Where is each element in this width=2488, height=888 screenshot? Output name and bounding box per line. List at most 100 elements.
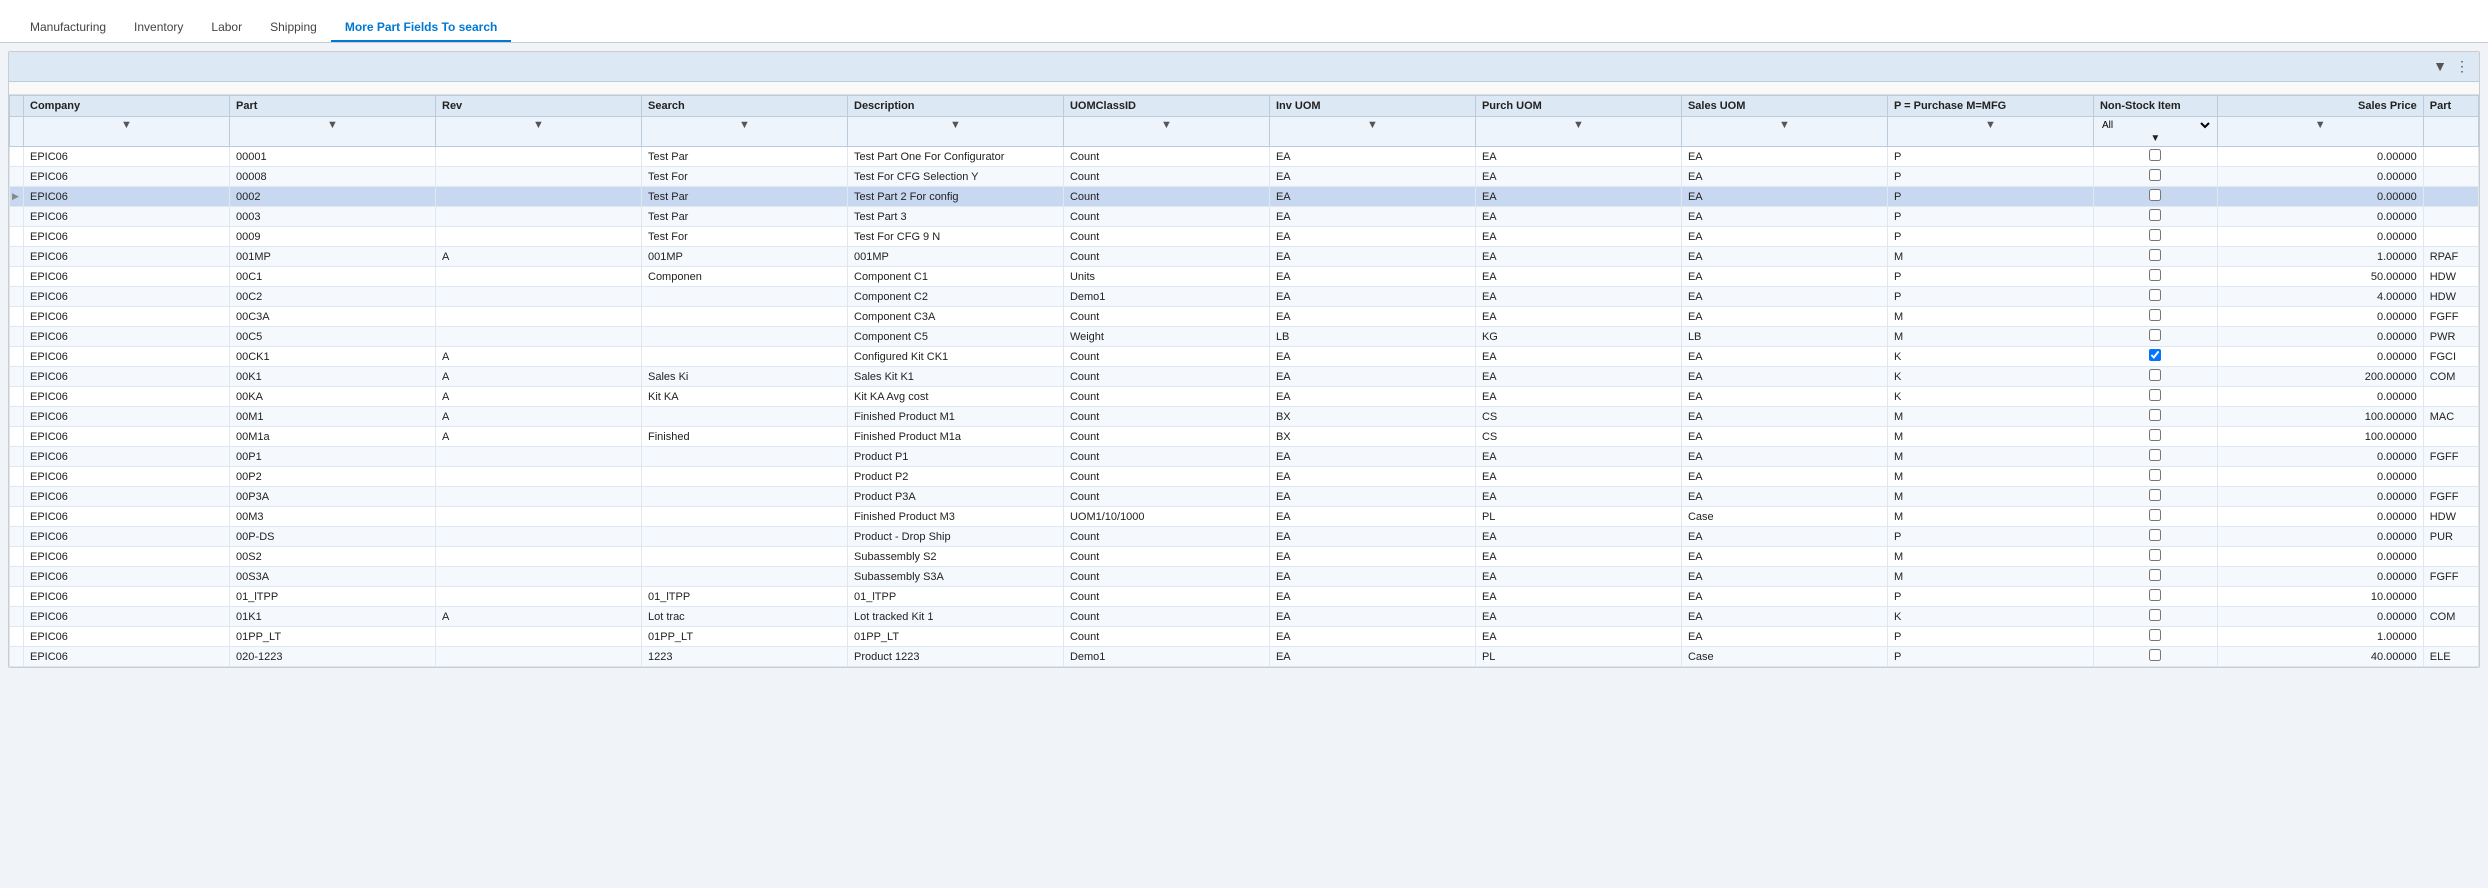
- col-description[interactable]: Description: [848, 96, 1064, 117]
- col-rev[interactable]: Rev: [436, 96, 642, 117]
- company-filter-btn[interactable]: ▼: [121, 119, 132, 131]
- non-stock-cell[interactable]: [2093, 627, 2217, 647]
- non-stock-cell[interactable]: [2093, 587, 2217, 607]
- rev-filter-btn[interactable]: ▼: [533, 119, 544, 131]
- purchuom-filter-input[interactable]: [1480, 131, 1677, 144]
- non-stock-cell[interactable]: [2093, 547, 2217, 567]
- non-stock-checkbox[interactable]: [2149, 449, 2161, 461]
- table-row[interactable]: EPIC0600S3ASubassembly S3ACountEAEAEAM0.…: [10, 567, 2479, 587]
- table-row[interactable]: EPIC0600P-DSProduct - Drop ShipCountEAEA…: [10, 527, 2479, 547]
- table-row[interactable]: EPIC0600M3Finished Product M3UOM1/10/100…: [10, 507, 2479, 527]
- table-row[interactable]: EPIC060009Test ForTest For CFG 9 NCountE…: [10, 227, 2479, 247]
- filter-part[interactable]: ▼: [230, 117, 436, 147]
- table-row[interactable]: EPIC0600M1AFinished Product M1CountBXCSE…: [10, 407, 2479, 427]
- filter-company[interactable]: ▼: [24, 117, 230, 147]
- table-row[interactable]: EPIC06001MPA001MP001MPCountEAEAEAM1.0000…: [10, 247, 2479, 267]
- non-stock-checkbox[interactable]: [2149, 329, 2161, 341]
- table-row[interactable]: EPIC0600M1aAFinishedFinished Product M1a…: [10, 427, 2479, 447]
- non-stock-checkbox[interactable]: [2149, 589, 2161, 601]
- non-stock-checkbox[interactable]: [2149, 309, 2161, 321]
- non-stock-checkbox[interactable]: [2149, 229, 2161, 241]
- table-row[interactable]: EPIC0600001Test ParTest Part One For Con…: [10, 147, 2479, 167]
- table-row[interactable]: EPIC0600CK1AConfigured Kit CK1CountEAEAE…: [10, 347, 2479, 367]
- non-stock-cell[interactable]: [2093, 227, 2217, 247]
- col-non-stock[interactable]: Non-Stock Item: [2093, 96, 2217, 117]
- non-stock-checkbox[interactable]: [2149, 189, 2161, 201]
- non-stock-checkbox[interactable]: [2149, 249, 2161, 261]
- table-row[interactable]: EPIC0601K1ALot tracLot tracked Kit 1Coun…: [10, 607, 2479, 627]
- table-row[interactable]: EPIC0601_lTPP01_lTPP01_lTPPCountEAEAEAP1…: [10, 587, 2479, 607]
- search-filter-btn[interactable]: ▼: [739, 119, 750, 131]
- salesprice-filter-btn[interactable]: ▼: [2315, 119, 2326, 131]
- table-row[interactable]: EPIC0601PP_LT01PP_LT01PP_LTCountEAEAEAP1…: [10, 627, 2479, 647]
- non-stock-checkbox[interactable]: [2149, 649, 2161, 661]
- non-stock-checkbox[interactable]: [2149, 149, 2161, 161]
- col-company[interactable]: Company: [24, 96, 230, 117]
- more-icon[interactable]: ⋮: [2455, 58, 2469, 75]
- invuom-filter-btn[interactable]: ▼: [1367, 119, 1378, 131]
- table-row[interactable]: EPIC0600K1ASales KiSales Kit K1CountEAEA…: [10, 367, 2479, 387]
- desc-filter-btn[interactable]: ▼: [950, 119, 961, 131]
- table-row[interactable]: EPIC0600C3AComponent C3ACountEAEAEAM0.00…: [10, 307, 2479, 327]
- pm-filter-btn[interactable]: ▼: [1985, 119, 1996, 131]
- uomclassid-filter-input[interactable]: [1068, 131, 1265, 144]
- table-row[interactable]: EPIC0600P1Product P1CountEAEAEAM0.00000F…: [10, 447, 2479, 467]
- non-stock-checkbox[interactable]: [2149, 629, 2161, 641]
- tab-manufacturing[interactable]: Manufacturing: [16, 14, 120, 42]
- purchuom-filter-btn[interactable]: ▼: [1573, 119, 1584, 131]
- non-stock-cell[interactable]: [2093, 147, 2217, 167]
- table-row[interactable]: EPIC0600C2Component C2Demo1EAEAEAP4.0000…: [10, 287, 2479, 307]
- col-inv-uom[interactable]: Inv UOM: [1269, 96, 1475, 117]
- non-stock-cell[interactable]: [2093, 447, 2217, 467]
- non-stock-checkbox[interactable]: [2149, 369, 2161, 381]
- filter-purch-uom[interactable]: ▼: [1475, 117, 1681, 147]
- non-stock-cell[interactable]: [2093, 607, 2217, 627]
- company-filter-input[interactable]: [28, 131, 225, 144]
- filter-description[interactable]: ▼: [848, 117, 1064, 147]
- non-stock-cell[interactable]: [2093, 187, 2217, 207]
- filter-pm[interactable]: ▼: [1887, 117, 2093, 147]
- table-row[interactable]: ▶EPIC060002Test ParTest Part 2 For confi…: [10, 187, 2479, 207]
- table-row[interactable]: EPIC0600KAAKit KAKit KA Avg costCountEAE…: [10, 387, 2479, 407]
- non-stock-cell[interactable]: [2093, 487, 2217, 507]
- non-stock-checkbox[interactable]: [2149, 269, 2161, 281]
- non-stock-cell[interactable]: [2093, 507, 2217, 527]
- non-stock-checkbox[interactable]: [2149, 389, 2161, 401]
- non-stock-cell[interactable]: [2093, 427, 2217, 447]
- non-stock-cell[interactable]: [2093, 307, 2217, 327]
- col-uomclassid[interactable]: UOMClassID: [1063, 96, 1269, 117]
- non-stock-checkbox[interactable]: [2149, 469, 2161, 481]
- desc-filter-input[interactable]: [852, 131, 1059, 144]
- salesuom-filter-btn[interactable]: ▼: [1779, 119, 1790, 131]
- col-part2[interactable]: Part: [2423, 96, 2478, 117]
- table-row[interactable]: EPIC0600C1ComponenComponent C1UnitsEAEAE…: [10, 267, 2479, 287]
- non-stock-checkbox[interactable]: [2149, 549, 2161, 561]
- col-purch-uom[interactable]: Purch UOM: [1475, 96, 1681, 117]
- non-stock-cell[interactable]: [2093, 267, 2217, 287]
- non-stock-cell[interactable]: [2093, 167, 2217, 187]
- invuom-filter-input[interactable]: [1274, 131, 1471, 144]
- filter-sales-uom[interactable]: ▼: [1681, 117, 1887, 147]
- col-part[interactable]: Part: [230, 96, 436, 117]
- pm-filter-input[interactable]: [1892, 131, 2089, 144]
- salesprice-filter-input[interactable]: [2222, 131, 2419, 144]
- filter-icon[interactable]: ▼: [2433, 58, 2447, 75]
- tab-more-part-fields-to-search[interactable]: More Part Fields To search: [331, 14, 512, 42]
- non-stock-cell[interactable]: [2093, 207, 2217, 227]
- filter-search[interactable]: ▼: [642, 117, 848, 147]
- table-row[interactable]: EPIC0600008Test ForTest For CFG Selectio…: [10, 167, 2479, 187]
- col-pm[interactable]: P = Purchase M=MFG: [1887, 96, 2093, 117]
- non-stock-checkbox[interactable]: [2149, 409, 2161, 421]
- filter-non-stock[interactable]: All Yes No ▼: [2093, 117, 2217, 147]
- uomclassid-filter-btn[interactable]: ▼: [1161, 119, 1172, 131]
- non-stock-checkbox[interactable]: [2149, 349, 2161, 361]
- non-stock-checkbox[interactable]: [2149, 509, 2161, 521]
- non-stock-filter-select[interactable]: All Yes No: [2098, 119, 2213, 132]
- non-stock-cell[interactable]: [2093, 247, 2217, 267]
- tab-inventory[interactable]: Inventory: [120, 14, 197, 42]
- non-stock-cell[interactable]: [2093, 327, 2217, 347]
- non-stock-cell[interactable]: [2093, 387, 2217, 407]
- non-stock-cell[interactable]: [2093, 367, 2217, 387]
- filter-part2[interactable]: [2423, 117, 2478, 147]
- rev-filter-input[interactable]: [440, 131, 637, 144]
